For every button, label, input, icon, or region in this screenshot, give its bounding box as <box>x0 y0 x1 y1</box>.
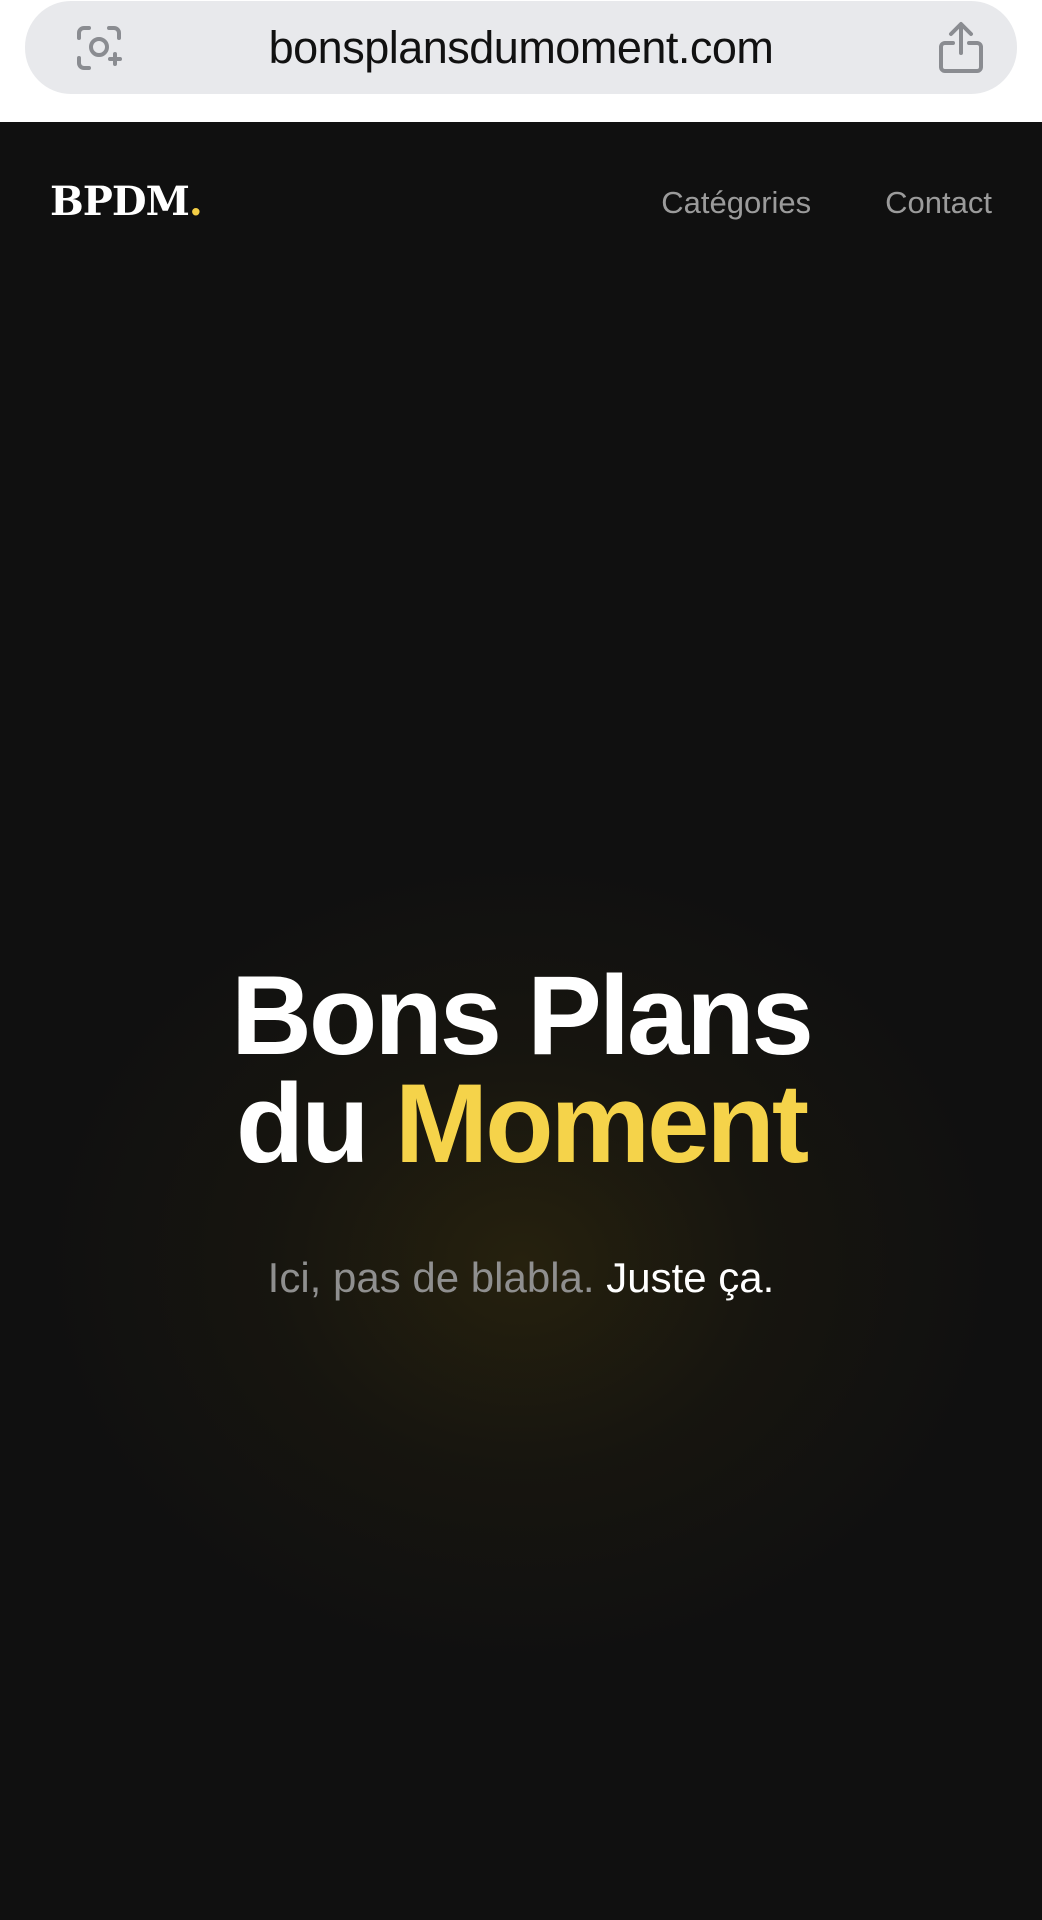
hero-title: Bons Plans du Moment <box>0 960 1042 1180</box>
hero-subtitle: Ici, pas de blabla. Juste ça. <box>0 1252 1042 1304</box>
nav-link-categories[interactable]: Catégories <box>661 182 811 224</box>
website-viewport: BPDM. Catégories Contact Bons Plans du M… <box>0 122 1042 1920</box>
main-nav: Catégories Contact <box>661 182 992 224</box>
nav-link-contact[interactable]: Contact <box>885 182 992 224</box>
hero-title-prefix: du <box>235 1061 370 1186</box>
browser-chrome: bonsplansdumoment.com <box>0 0 1042 122</box>
address-bar[interactable]: bonsplansdumoment.com <box>25 1 1017 94</box>
visual-lookup-icon[interactable] <box>75 24 123 72</box>
hero-subtitle-emphasis: Juste ça. <box>606 1254 775 1301</box>
hero-title-accent: Moment <box>394 1061 809 1186</box>
logo-dot: . <box>188 178 203 225</box>
share-icon[interactable] <box>935 21 987 75</box>
hero-section: Bons Plans du Moment Ici, pas de blabla.… <box>0 960 1042 1304</box>
site-logo[interactable]: BPDM. <box>50 177 203 227</box>
hero-subtitle-muted: Ici, pas de blabla. <box>267 1254 595 1301</box>
hero-title-line1: Bons Plans <box>231 953 814 1078</box>
logo-text: BPDM <box>50 178 190 225</box>
site-header: BPDM. Catégories Contact <box>0 122 1042 282</box>
url-text[interactable]: bonsplansdumoment.com <box>135 1 907 94</box>
